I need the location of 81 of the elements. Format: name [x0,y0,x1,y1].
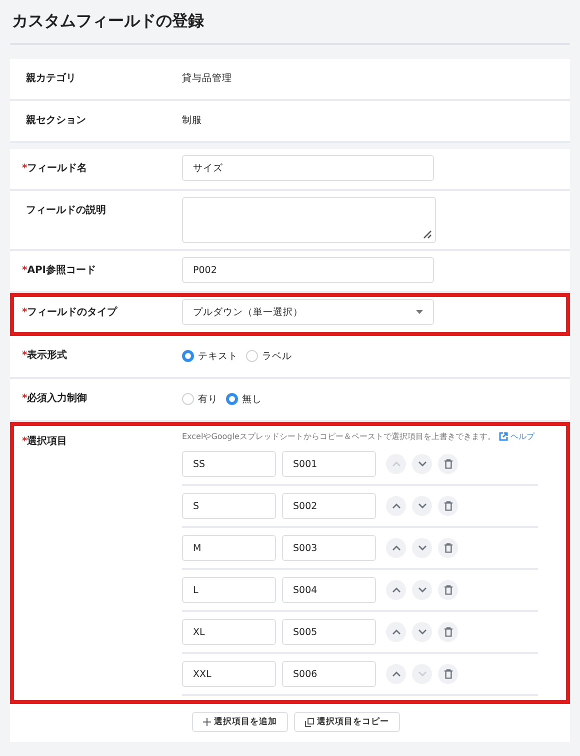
required-asterisk: * [22,436,28,447]
add-option-button[interactable]: 選択項目を追加 [192,712,288,732]
text-field[interactable]: P002 [182,257,434,283]
option-name-field[interactable]: XL [182,619,276,645]
delete-button[interactable] [438,622,458,642]
chevron-down-icon [418,545,426,551]
chevron-up-icon [392,503,400,509]
chevron-up-icon [392,629,400,635]
move-down-button[interactable] [412,496,432,516]
field-label: フィールドの説明 [26,205,106,216]
trash-icon [444,459,452,469]
radio-label: ラベル [262,350,292,362]
option-code-field[interactable]: S004 [282,577,376,603]
radio-label: 無し [242,392,262,406]
required-asterisk: * [22,307,28,318]
hint-text: ExcelやGoogleスプレッドシートからコピー＆ペーストで選択項目を上書きできます。 [182,430,496,442]
field-label: 表示形式 [27,350,68,361]
text-field[interactable]: サイズ [182,155,434,181]
trash-icon [444,627,452,637]
option-code-field[interactable]: S006 [282,661,376,687]
field-label: 必須入力制御 [27,393,88,404]
move-up-button[interactable] [386,538,406,558]
trash-icon [444,669,452,679]
field-value: 貸与品管理 [182,72,232,86]
move-up-button[interactable] [386,496,406,516]
delete-button[interactable] [438,580,458,600]
required-asterisk: * [22,393,28,404]
chevron-down-icon [418,587,426,593]
chevron-up-icon [392,671,400,677]
type-dropdown[interactable]: プルダウン（単一選択） [182,299,434,325]
move-up-button[interactable] [386,664,406,684]
chevron-up-icon [392,587,400,593]
move-up-button[interactable] [386,622,406,642]
dropdown-arrow-icon [416,310,423,314]
radio-label: 有り [198,392,218,406]
chevron-down-icon [418,461,426,467]
copy-options-button[interactable]: 選択項目をコピー [294,712,400,732]
radio-button[interactable] [182,350,194,362]
field-label: 親セクション [25,114,87,128]
delete-button[interactable] [438,496,458,516]
delete-button[interactable] [438,538,458,558]
resize-handle-icon [423,230,432,239]
option-name-field[interactable]: L [182,577,276,603]
option-name-field[interactable]: S [182,493,276,519]
field-label: フィールド名 [27,163,88,174]
option-code-field[interactable]: S001 [282,451,376,477]
page-title: カスタムフィールドの登録 [12,10,205,32]
external-link-icon [499,432,508,440]
option-code-field[interactable]: S005 [282,619,376,645]
move-down-button[interactable] [412,580,432,600]
delete-button[interactable] [438,664,458,684]
move-down-button[interactable] [412,622,432,642]
chevron-down-icon [418,503,426,509]
option-name-field[interactable]: XXL [182,661,276,687]
radio-label: テキスト [198,350,238,362]
option-name-field[interactable]: SS [182,451,276,477]
move-down-button[interactable] [412,454,432,474]
trash-icon [444,543,452,553]
trash-icon [444,585,452,595]
chevron-up-icon [392,461,400,467]
field-label: 選択項目 [27,436,68,447]
delete-button[interactable] [438,454,458,474]
field-value: 制服 [182,114,202,128]
move-up-button[interactable] [386,580,406,600]
chevron-down-icon [418,629,426,635]
required-asterisk: * [22,350,28,361]
option-name-field[interactable]: M [182,535,276,561]
field-label: フィールドのタイプ [27,307,118,318]
radio-button[interactable] [226,393,238,405]
required-asterisk: * [22,265,28,276]
field-label: API参照コード [27,265,96,276]
option-code-field[interactable]: S002 [282,493,376,519]
move-down-button[interactable] [412,538,432,558]
chevron-down-icon [418,671,426,677]
copy-icon [305,718,314,726]
required-asterisk: * [22,163,28,174]
chevron-up-icon [392,545,400,551]
option-code-field[interactable]: S003 [282,535,376,561]
plus-icon [203,718,211,726]
field-label: 親カテゴリ [25,72,77,86]
trash-icon [444,501,452,511]
